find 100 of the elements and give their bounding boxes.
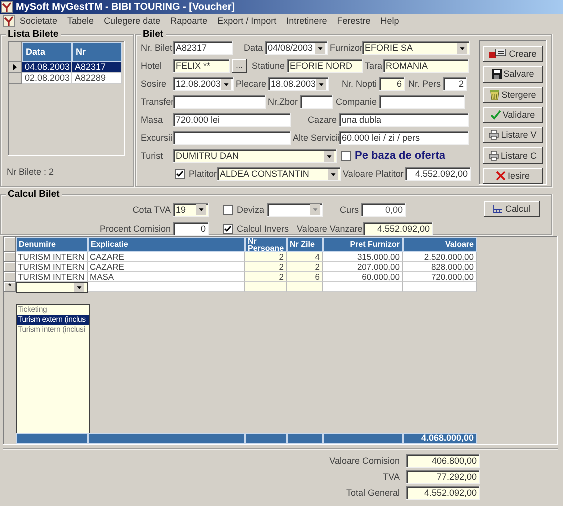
table-cell[interactable]: 2 <box>245 272 287 282</box>
table-cell[interactable] <box>245 282 287 292</box>
group-title: Lista Bilete <box>7 29 60 40</box>
input-field[interactable]: 4.552.092,00 <box>406 486 480 500</box>
table-cell[interactable]: 207.000,00 <box>323 262 403 272</box>
menu-item[interactable]: Societate <box>15 16 63 26</box>
table-cell[interactable]: CAZARE <box>88 262 245 272</box>
table-cell[interactable]: 60.000,00 <box>323 272 403 282</box>
table-cell[interactable]: 2.520.000,00 <box>403 252 477 262</box>
input-field[interactable]: 0 <box>173 222 209 236</box>
input-field[interactable] <box>173 95 266 109</box>
app-menu-icon[interactable] <box>3 15 15 27</box>
date-field[interactable]: 18.08.2003 <box>268 77 329 91</box>
table-cell[interactable] <box>403 282 477 292</box>
combo-field[interactable] <box>16 282 88 293</box>
field-label: Valoare Platitor <box>343 169 403 179</box>
column-header[interactable]: Nr <box>72 42 122 62</box>
input-field[interactable]: ROMANIA <box>383 59 469 73</box>
input-field[interactable] <box>300 95 333 109</box>
field-label: Turist <box>141 151 164 161</box>
table-cell[interactable] <box>287 282 323 292</box>
table-cell[interactable]: 4 <box>287 252 323 262</box>
table-cell[interactable]: A82289 <box>72 73 122 84</box>
table-cell[interactable]: 2 <box>245 262 287 272</box>
date-field[interactable]: 12.08.2003 <box>173 77 234 91</box>
column-header[interactable]: Explicatie <box>88 237 245 252</box>
table-cell[interactable]: MASA <box>88 272 245 282</box>
input-field[interactable] <box>379 95 465 109</box>
input-field[interactable]: 720.000 lei <box>173 113 291 127</box>
combo-field[interactable]: EFORIE SA <box>362 41 470 55</box>
input-field[interactable]: 4.552.092,00 <box>363 222 433 236</box>
column-header[interactable]: Denumire <box>16 237 88 252</box>
field-label: Cota TVA <box>132 204 171 214</box>
checkbox[interactable] <box>341 151 351 161</box>
table-cell[interactable]: 828.000,00 <box>403 262 477 272</box>
field-label: Cazare <box>306 115 337 125</box>
table-cell[interactable] <box>88 282 245 292</box>
menu-item[interactable]: Help <box>376 16 404 26</box>
checkbox[interactable] <box>175 169 185 179</box>
checkbox[interactable] <box>223 224 233 234</box>
menu-item[interactable]: Tabele <box>62 16 100 26</box>
action-button[interactable]: Listare C <box>483 147 543 164</box>
input-field[interactable]: A82317 <box>173 41 233 55</box>
computer-icon <box>489 49 508 60</box>
table-cell[interactable]: 315.000,00 <box>323 252 403 262</box>
input-field[interactable]: una dubla <box>339 113 469 127</box>
input-field[interactable]: 2 <box>443 77 467 91</box>
input-field[interactable]: 6 <box>379 77 405 91</box>
row-header[interactable] <box>9 62 22 73</box>
input-field[interactable]: EFORIE NORD <box>287 59 363 73</box>
input-field[interactable]: 406.800,00 <box>406 454 480 468</box>
calculate-button[interactable]: Calcul <box>484 201 540 217</box>
combo-field[interactable]: ALDEA CONSTANTIN <box>217 167 341 181</box>
action-button[interactable]: Validare <box>483 106 543 124</box>
table-cell[interactable]: TURISM INTERN <box>16 262 88 272</box>
save-icon <box>492 69 502 80</box>
table-cell[interactable]: 720.000,00 <box>403 272 477 282</box>
table-cell[interactable]: A82317 <box>72 62 122 73</box>
column-header[interactable]: Data <box>22 42 72 62</box>
input-field[interactable]: 4.552.092,00 <box>405 167 471 181</box>
column-header[interactable]: Nr Zile <box>287 237 323 252</box>
table-cell[interactable]: TURISM INTERN <box>16 272 88 282</box>
browse-button[interactable]: ... <box>232 59 247 73</box>
table-cell[interactable]: 02.08.2003 <box>22 73 72 84</box>
menu-item[interactable]: Ferestre <box>332 16 376 26</box>
menu-item[interactable]: Culegere date <box>99 16 166 26</box>
table-cell[interactable]: CAZARE <box>88 252 245 262</box>
column-header[interactable]: Valoare <box>403 237 477 252</box>
action-button[interactable]: Iesire <box>483 168 543 184</box>
printer-icon <box>489 130 500 140</box>
field-label: Data <box>242 43 263 53</box>
table-cell[interactable]: 6 <box>287 272 323 282</box>
table-cell[interactable] <box>323 282 403 292</box>
checkbox[interactable] <box>223 204 233 214</box>
input-field[interactable]: FELIX ** <box>173 59 230 73</box>
action-button[interactable]: Listare V <box>483 127 543 144</box>
table-cell[interactable]: 2 <box>245 252 287 262</box>
column-header[interactable]: Nr Persoane <box>245 237 287 252</box>
action-button[interactable]: Salvare <box>483 66 543 83</box>
action-button[interactable]: Creare <box>483 46 543 62</box>
input-field[interactable]: 60.000 lei / zi / pers <box>339 131 469 145</box>
input-field[interactable] <box>173 131 291 145</box>
combo-field[interactable]: DUMITRU DAN <box>173 149 337 163</box>
input-field[interactable]: 77.292,00 <box>406 470 480 484</box>
table-cell[interactable]: 2 <box>287 262 323 272</box>
table-cell[interactable]: TURISM INTERN <box>16 252 88 262</box>
input-field[interactable]: 0,00 <box>361 202 406 216</box>
combo-field[interactable]: 19 <box>173 202 209 216</box>
menu-item[interactable]: Rapoarte <box>166 16 213 26</box>
column-header[interactable]: Pret Furnizor <box>323 237 403 252</box>
menu-item[interactable]: Intretinere <box>282 16 332 26</box>
menu-item[interactable]: Export / Import <box>212 16 282 26</box>
combo-field[interactable] <box>267 202 323 216</box>
table-cell[interactable]: 04.08.2003 <box>22 62 72 73</box>
date-field[interactable]: 04/08/2003 <box>265 41 328 55</box>
field-label: TVA <box>383 472 400 482</box>
window-title: MySoft MyGestTM - BIBI TOURING - [Voucher] <box>16 2 236 12</box>
dropdown-arrow-icon[interactable] <box>74 283 85 292</box>
field-label: Masa <box>141 115 164 125</box>
action-button[interactable]: Stergere <box>483 86 543 103</box>
